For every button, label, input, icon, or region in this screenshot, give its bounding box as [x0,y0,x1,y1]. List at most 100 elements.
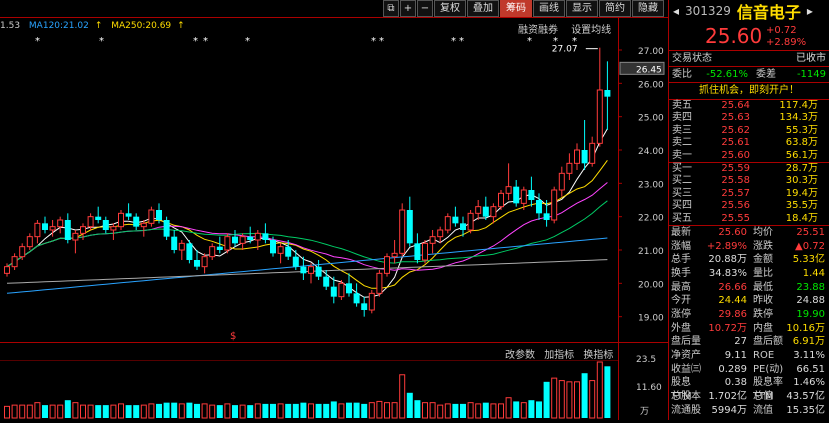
bid-row[interactable]: 买三 25.57 19.4万 [669,188,829,200]
draw-line-button[interactable]: 画线 [533,0,565,17]
change-params-link[interactable]: 改参数 [505,350,535,361]
trade-status-label: 交易状态 [672,53,712,64]
ask-row[interactable]: 卖二 25.61 63.8万 [669,137,829,149]
kline-chart-area[interactable]: 27.00 26.00 25.00 24.00 23.00 22.00 21.00 20.00… [0,0,668,420]
quote-label: ROE [753,350,775,362]
order-volume: 30.3万 [785,175,818,187]
ask-row[interactable]: 卖三 25.62 55.3万 [669,125,829,137]
ask-row[interactable]: 卖五 25.64 117.4万 [669,100,829,112]
quote-value: 20.88万 [708,254,747,266]
set-ma-link[interactable]: 设置均线 [571,25,611,36]
quote-label: 流通股 [671,404,701,416]
quote-label: 总股本 [671,391,701,403]
volume-bar [11,404,18,419]
adjust-button[interactable]: 复权 [434,0,466,17]
volume-bar [460,403,466,418]
candle-body [422,242,428,261]
volume-bar [361,403,368,418]
forward-arrow-icon[interactable]: ▸ [807,4,813,18]
candle-body [140,222,147,228]
event-star-marker: * [527,36,532,47]
quote-value: ▲0.72 [795,240,825,252]
volume-bar [19,404,26,419]
candle-body [194,260,200,267]
quote-row: 最高 26.66 最低 23.88 [669,281,829,295]
bid-row[interactable]: 买二 25.58 30.3万 [669,175,829,187]
volume-bar [163,402,170,418]
quote-label: 涨幅 [671,240,691,252]
bid-row[interactable]: 买四 25.56 35.5万 [669,200,829,212]
zoom-in-icon[interactable]: + [400,0,416,17]
volume-bar [209,404,216,419]
ma120-label: MA120:21.02 [28,21,89,31]
candle-body [338,282,345,298]
event-star-marker: * [451,36,456,47]
order-volume: 56.1万 [785,149,818,161]
bid-row[interactable]: 买五 25.55 18.4万 [669,213,829,225]
current-price-tag-label: 26.45 [636,65,662,75]
price-tick-label: 24.00 [638,147,664,157]
order-diff-value: -1149 [796,69,826,80]
volume-bar [346,402,352,418]
quote-value: 1.46% [793,377,825,389]
order-ratio-row: 委比 -52.61% 委差 -1149 [669,66,829,82]
simple-button[interactable]: 简约 [599,0,631,17]
bid-row[interactable]: 买一 25.59 28.7万 [669,161,829,175]
candle-body [186,243,193,260]
quote-label: 最低 [753,281,773,293]
quote-value: 0.38 [724,377,747,389]
add-indicator-link[interactable]: 加指标 [544,350,574,361]
price-box: 25.60 +0.72 +2.89% [669,22,829,51]
quote-label: 量比 [753,267,773,279]
order-level-label: 买五 [672,212,692,224]
quote-label: 净资产 [671,350,701,362]
volume-tick-label: 11.60 [636,383,662,393]
display-button[interactable]: 显示 [566,0,598,17]
ask-row[interactable]: 卖四 25.63 134.3万 [669,112,829,124]
candle-body [437,229,444,238]
switch-indicator-link[interactable]: 换指标 [583,350,613,361]
chip-button[interactable]: 筹码 [500,0,532,17]
candle-body [452,216,459,224]
quote-row: 今开 24.44 昨收 24.88 [669,294,829,308]
quote-label: 均价 [753,226,773,238]
margin-trading-link[interactable]: 融资融券 [518,25,558,36]
volume-bar [216,405,223,418]
stock-code: 301329 [685,4,731,18]
restore-icon[interactable]: ⧉ [383,0,399,17]
candle-body [536,200,542,214]
ask-row[interactable]: 卖一 25.60 56.1万 [669,150,829,162]
open-account-banner[interactable]: 抓住机会，即刻开户！ [669,82,829,100]
order-price: 25.59 [721,162,750,174]
quote-value: 1.702亿 [708,391,747,403]
volume-bar [118,403,124,419]
candle-body [87,216,94,228]
candle-body [444,216,451,231]
candle-body [125,213,132,217]
volume-bar [232,405,238,418]
quote-label: 总手 [671,254,691,266]
candle-body [604,90,611,97]
order-volume: 19.4万 [785,187,818,199]
volume-bar [300,402,307,418]
zoom-out-icon[interactable]: − [417,0,433,17]
volume-bar [224,403,231,419]
volume-bar [323,403,330,418]
quote-label: 昨收 [753,295,773,307]
overlay-button[interactable]: 叠加 [467,0,499,17]
candle-body [399,209,406,254]
hide-button[interactable]: 隐藏 [632,0,664,17]
volume-bar [581,373,588,418]
volume-bar [414,400,421,418]
candle-body [133,216,140,227]
price-tick-label: 20.00 [638,280,664,290]
candle-body [11,256,18,268]
volume-bar [490,403,497,419]
volume-unit-label: 万 [640,407,649,417]
back-arrow-icon[interactable]: ◂ [673,4,679,18]
volume-bar [247,405,254,418]
price-tick-label: 25.00 [638,114,664,124]
candle-body [34,222,41,238]
quote-value: 10.16万 [786,322,825,334]
candle-body [224,236,231,251]
